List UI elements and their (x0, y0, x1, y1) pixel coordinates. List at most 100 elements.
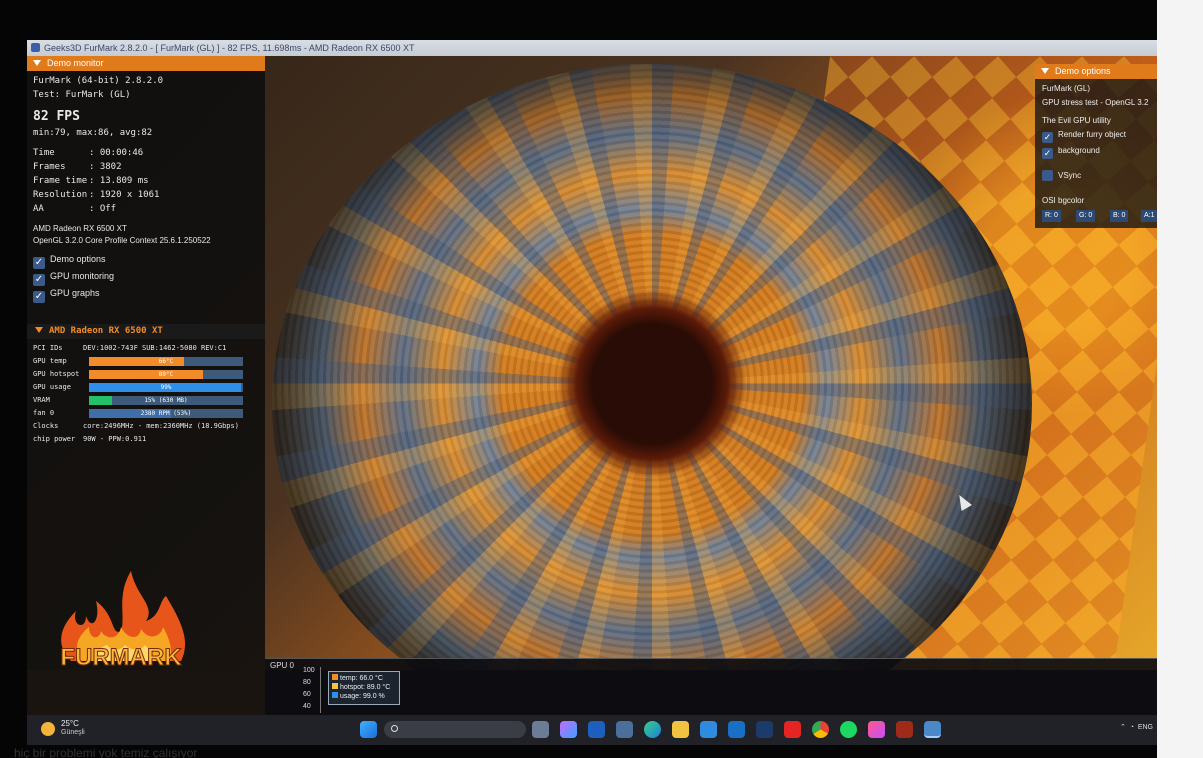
gpu-usage-bar: 99% (89, 383, 243, 392)
window-title: Geeks3D FurMark 2.8.2.0 - [ FurMark (GL)… (44, 43, 415, 53)
youtube-icon[interactable] (784, 721, 801, 738)
gpu-row-hotspot: GPU hotspot 89°C (33, 369, 253, 380)
store-icon[interactable] (700, 721, 717, 738)
y-tick: 40 (303, 703, 311, 710)
stat-row-aa: AA: Off (33, 204, 117, 214)
weather-temperature: 25°C (61, 719, 79, 728)
edge-browser-icon[interactable] (644, 721, 661, 738)
outlook-icon[interactable] (728, 721, 745, 738)
demo-options-panel: Demo options FurMark (GL) GPU stress tes… (1035, 64, 1157, 228)
demo-monitor-panel: Demo monitor FurMark (64-bit) 2.8.2.0 Te… (27, 56, 265, 671)
start-button[interactable] (360, 721, 377, 738)
bgcolor-r-field[interactable]: R: 0 (1042, 210, 1061, 222)
bgcolor-b-field[interactable]: B: 0 (1110, 210, 1129, 222)
unchecked-box-icon (1042, 170, 1053, 181)
demo-options-header[interactable]: Demo options (1035, 64, 1157, 79)
windows-taskbar: 25°C Güneşli ⌃ ◔ ENG (27, 715, 1157, 745)
gpu-graph-plot-area (320, 667, 1150, 713)
checkmark-icon: ✓ (33, 291, 45, 303)
furmark-taskbar-icon[interactable] (896, 721, 913, 738)
checkmark-icon: ✓ (33, 274, 45, 286)
checkbox-background[interactable]: ✓ background (1042, 146, 1100, 159)
gpu-row-fan: fan 0 2380 RPM (53%) (33, 408, 253, 419)
collapse-triangle-icon (1041, 68, 1049, 74)
fps-value: 82 FPS (33, 109, 80, 124)
chrome-icon[interactable] (812, 721, 829, 738)
y-tick: 100 (303, 667, 315, 674)
stat-row-time: Time: 00:00:46 (33, 148, 144, 158)
gpu-graph-title: GPU 0 (270, 661, 295, 670)
taskbar-search-box[interactable] (384, 721, 526, 738)
gpu-row-temp: GPU temp 66°C (33, 356, 253, 367)
checkbox-render-furry-object[interactable]: ✓ Render furry object (1042, 130, 1126, 143)
checkmark-icon: ✓ (1042, 132, 1053, 143)
weather-widget[interactable]: 25°C Güneşli (41, 719, 111, 741)
legend-hotspot: hotspot: 89.0 °C (332, 683, 396, 692)
bgcolor-a-field[interactable]: A:1 (1141, 210, 1157, 222)
window-title-bar[interactable]: Geeks3D FurMark 2.8.2.0 - [ FurMark (GL)… (27, 40, 1157, 56)
bgcolor-g-field[interactable]: G: 0 (1076, 210, 1096, 222)
sun-icon (41, 722, 55, 736)
monitor-screen: Geeks3D FurMark 2.8.2.0 - [ FurMark (GL)… (27, 40, 1157, 745)
copilot-icon[interactable] (560, 721, 577, 738)
gl-context: OpenGL 3.2.0 Core Profile Context 25.6.1… (33, 236, 211, 245)
gpu-hotspot-bar: 89°C (89, 370, 243, 379)
y-tick: 60 (303, 691, 311, 698)
checkbox-gpu-monitoring[interactable]: ✓ GPU monitoring (33, 270, 114, 286)
collapse-triangle-icon (35, 327, 43, 333)
vram-bar: 15% (630 MB) (89, 396, 243, 405)
stat-row-resolution: Resolution: 1920 x 1061 (33, 190, 160, 200)
steam-icon[interactable] (756, 721, 773, 738)
demo-options-utility: The Evil GPU utility (1042, 116, 1111, 125)
gpu-temp-bar: 66°C (89, 357, 243, 366)
legend-usage: usage: 99.0 % (332, 692, 396, 701)
itunes-icon[interactable] (868, 721, 885, 738)
demo-options-title: FurMark (GL) (1042, 84, 1090, 93)
fan-bar: 2380 RPM (53%) (89, 409, 243, 418)
fps-stats: min:79, max:86, avg:82 (33, 128, 153, 138)
xbox-icon[interactable] (588, 721, 605, 738)
demo-monitor-header-label: Demo monitor (47, 58, 104, 68)
checkbox-gpu-graphs[interactable]: ✓ GPU graphs (33, 287, 100, 303)
stat-row-frames: Frames: 3802 (33, 162, 122, 172)
demo-options-subtitle: GPU stress test - OpenGL 3.2 (1042, 98, 1149, 107)
checkmark-icon: ✓ (1042, 148, 1053, 159)
photo-frame: Geeks3D FurMark 2.8.2.0 - [ FurMark (GL)… (0, 0, 1203, 758)
app-version-line: FurMark (64-bit) 2.8.2.0 (33, 76, 164, 86)
chevron-up-icon[interactable]: ⌃ (1120, 724, 1126, 731)
gpu-name: AMD Radeon RX 6500 XT (33, 224, 127, 233)
gpu-row-clocks: Clocks core:2496MHz - mem:2360MHz (18.9Gb… (33, 422, 239, 430)
gpu-monitor-header[interactable]: AMD Radeon RX 6500 XT (27, 324, 265, 339)
checkbox-vsync[interactable]: VSync (1042, 170, 1081, 181)
gpu-row-usage: GPU usage 99% (33, 382, 253, 393)
language-indicator[interactable]: ENG (1138, 724, 1153, 731)
test-line: Test: FurMark (GL) (33, 90, 131, 100)
network-icon[interactable]: ◔ (1130, 724, 1134, 731)
file-explorer-icon[interactable] (672, 721, 689, 738)
gpu-graph-panel: GPU 0 100 80 60 40 temp: 66.0 °C hotspot… (265, 658, 1157, 715)
weather-condition: Güneşli (61, 729, 85, 736)
photo-caption: hiç bir problemi yok temiz çalışıyor (14, 746, 198, 758)
furmark-app-icon (31, 43, 40, 52)
active-window-icon[interactable] (924, 721, 941, 738)
gpu-row-vram: VRAM 15% (630 MB) (33, 395, 253, 406)
monitor-bezel (1157, 0, 1203, 758)
bgcolor-label: OSI bgcolor (1042, 196, 1085, 205)
furmark-logo: FURMARK (60, 571, 186, 671)
calculator-icon[interactable] (616, 721, 633, 738)
checkbox-demo-options[interactable]: ✓ Demo options (33, 253, 106, 269)
checkmark-icon: ✓ (33, 257, 45, 269)
system-tray[interactable]: ⌃ ◔ ENG (1120, 723, 1153, 731)
demo-monitor-header[interactable]: Demo monitor (27, 56, 265, 71)
gpu-row-pci: PCI IDs DEV:1002-743F SUB:1462-5080 REV:C… (33, 344, 227, 352)
collapse-triangle-icon (33, 60, 41, 66)
search-icon (391, 725, 398, 732)
stat-row-frame-time: Frame time: 13.809 ms (33, 176, 149, 186)
y-tick: 80 (303, 679, 311, 686)
spotify-icon[interactable] (840, 721, 857, 738)
gpu-graph-legend: temp: 66.0 °C hotspot: 89.0 °C usage: 99… (328, 671, 400, 705)
legend-temp: temp: 66.0 °C (332, 674, 396, 683)
gpu-row-power: chip power 90W - PPW:0.911 (33, 435, 147, 443)
svg-text:FURMARK: FURMARK (60, 644, 182, 671)
task-view-icon[interactable] (532, 721, 549, 738)
